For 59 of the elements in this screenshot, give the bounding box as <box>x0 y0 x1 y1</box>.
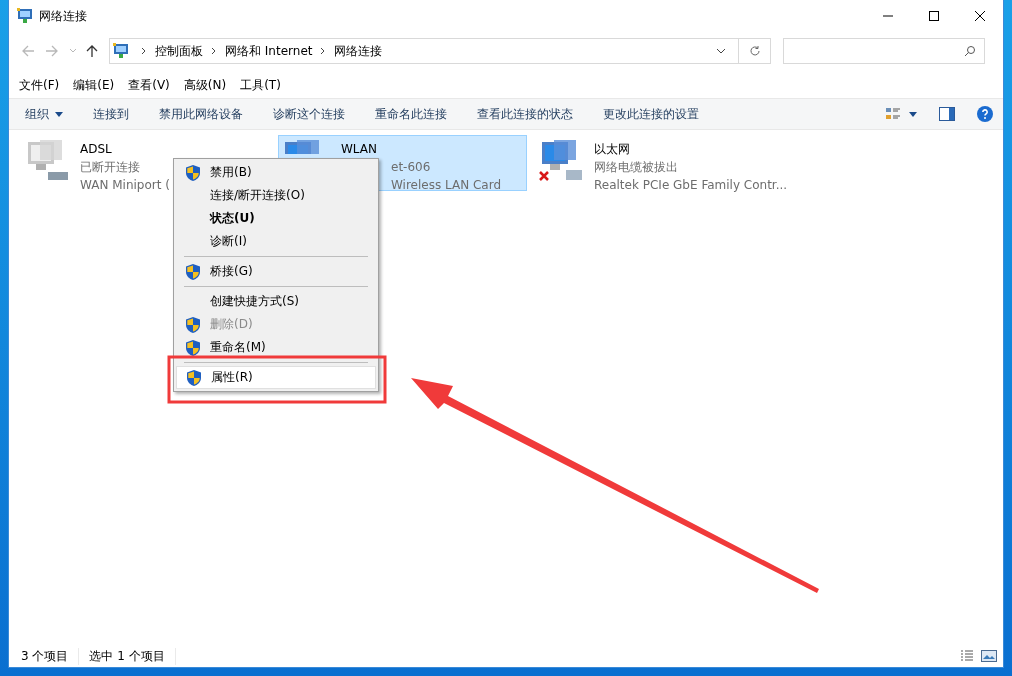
context-menu-item[interactable]: 状态(U) <box>176 207 376 230</box>
context-menu-item[interactable]: 属性(R) <box>176 366 376 389</box>
maximize-icon <box>929 11 939 21</box>
chevron-icon <box>211 47 217 55</box>
forward-icon[interactable] <box>45 44 59 58</box>
shield-icon <box>187 369 201 386</box>
toolbar-button[interactable]: 诊断这个连接 <box>273 105 345 123</box>
address-bar[interactable]: 控制面板 网络和 Internet 网络连接 <box>109 38 771 64</box>
caret-icon[interactable] <box>909 111 917 117</box>
context-menu-item[interactable]: 创建快捷方式(S) <box>176 290 376 313</box>
window-title: 网络连接 <box>39 7 87 25</box>
up-icon[interactable] <box>85 44 99 58</box>
menu-item[interactable]: 文件(F) <box>19 76 60 94</box>
preview-pane-icon[interactable] <box>939 106 955 122</box>
toolbar-button[interactable]: 更改此连接的设置 <box>603 105 699 123</box>
toolbar-button[interactable]: 查看此连接的状态 <box>477 105 573 123</box>
view-options-icon[interactable] <box>885 106 901 122</box>
shield-icon <box>186 263 200 280</box>
menu-item[interactable]: 查看(V) <box>128 76 170 94</box>
toolbar-button[interactable]: 禁用此网络设备 <box>159 105 243 123</box>
adapter-name: Wireless LAN Card <box>390 177 502 194</box>
breadcrumb[interactable]: 网络连接 <box>334 42 383 60</box>
connection-status: 网络电缆被拔出 <box>594 159 679 176</box>
status-text: 3 个项目 <box>21 647 80 665</box>
breadcrumb[interactable]: 网络和 Internet <box>225 42 313 60</box>
menu-item[interactable]: 工具(T) <box>240 76 281 94</box>
menu-item[interactable]: 高级(N) <box>183 76 227 94</box>
connection-status: et-606 <box>390 159 432 176</box>
close-icon <box>975 11 985 21</box>
breadcrumb[interactable]: 控制面板 <box>155 42 203 60</box>
search-field[interactable] <box>783 38 985 64</box>
network-icon <box>113 43 129 59</box>
context-menu-item[interactable]: 重命名(M) <box>176 336 376 359</box>
network-icon <box>17 8 33 24</box>
caret-icon <box>55 111 63 117</box>
large-icons-view-icon[interactable] <box>981 650 997 662</box>
connection-name: 以太网 <box>594 141 631 158</box>
shield-icon <box>186 339 200 356</box>
help-icon[interactable] <box>977 106 993 122</box>
toolbar-button[interactable]: 连接到 <box>93 105 129 123</box>
connection-name: WLAN <box>341 141 378 158</box>
context-menu-item[interactable]: 诊断(I) <box>176 230 376 253</box>
toolbar-button[interactable]: 重命名此连接 <box>375 105 447 123</box>
adapter-name: WAN Miniport ( <box>80 177 170 194</box>
dropdown-icon[interactable] <box>716 48 726 54</box>
back-icon[interactable] <box>21 44 35 58</box>
search-icon <box>964 45 976 57</box>
refresh-icon <box>748 45 761 57</box>
context-menu-item[interactable]: 桥接(G) <box>176 260 376 283</box>
details-view-icon[interactable] <box>959 650 975 662</box>
status-text: 选中 1 个项目 <box>89 647 176 665</box>
shield-icon <box>186 164 200 181</box>
menu-item[interactable]: 编辑(E) <box>73 76 115 94</box>
organize-dropdown[interactable]: 组织 <box>25 105 63 123</box>
connection-status: 已断开连接 <box>80 159 141 176</box>
chevron-icon <box>141 47 147 55</box>
shield-icon <box>186 316 200 333</box>
connection-name: ADSL <box>80 141 113 158</box>
chevron-icon <box>320 47 327 55</box>
